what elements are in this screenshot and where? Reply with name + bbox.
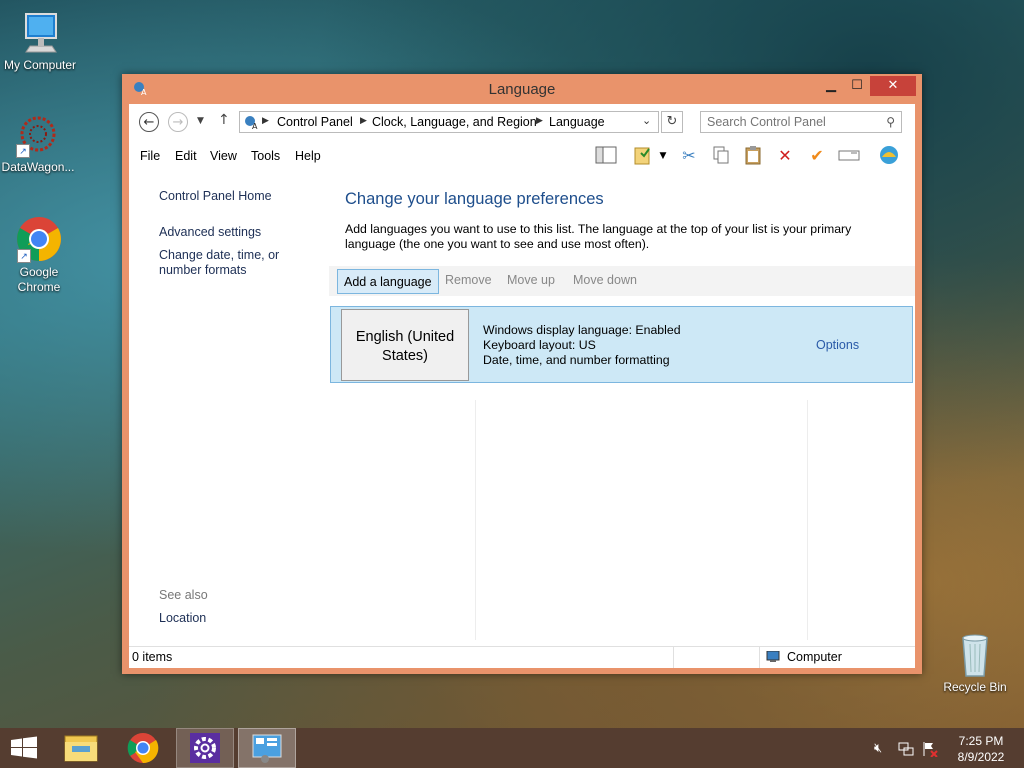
- shortcut-arrow-icon: ↗: [17, 249, 31, 263]
- clock-date: 8/9/2022: [957, 750, 1005, 764]
- clock-time: 7:25 PM: [958, 734, 1004, 748]
- network-icon[interactable]: [898, 741, 914, 761]
- status-divider: [673, 647, 674, 668]
- chevron-down-icon[interactable]: ▼: [656, 145, 670, 167]
- search-icon[interactable]: ⚲: [886, 115, 895, 129]
- my-computer-icon: [16, 8, 64, 56]
- see-also-heading: See also: [159, 588, 208, 602]
- language-actions-bar: Add a language Remove Move up Move down: [329, 266, 915, 296]
- search-box[interactable]: ⚲: [700, 111, 902, 133]
- language-window: A Language ▁ ☐ ✕ ← → ▼ ↑ A ▶ Control Pan…: [122, 74, 922, 674]
- shortcut-arrow-icon: ↗: [16, 144, 30, 158]
- breadcrumb-separator-icon: ▶: [360, 115, 367, 125]
- page-description: Add languages you want to use to this li…: [345, 222, 852, 251]
- add-language-button[interactable]: Add a language: [337, 269, 439, 294]
- menu-edit[interactable]: Edit: [175, 149, 197, 163]
- page-heading: Change your language preferences: [345, 190, 604, 208]
- datawagon-icon: ↗: [14, 110, 62, 158]
- language-detail-keyboard: Keyboard layout: US: [483, 338, 596, 352]
- advanced-settings-link[interactable]: Advanced settings: [159, 225, 261, 240]
- breadcrumb-clock-language-region[interactable]: Clock, Language, and Region: [372, 115, 537, 129]
- menu-bar: File Edit View Tools Help ▼ ✂ ✕ ✔: [129, 142, 915, 170]
- navigation-bar: ← → ▼ ↑ A ▶ Control Panel ▶ Clock, Langu…: [129, 104, 915, 142]
- desktop-icon-datawagon[interactable]: ↗ DataWagon...: [0, 110, 76, 175]
- up-button[interactable]: ↑: [218, 112, 230, 128]
- start-button[interactable]: [0, 728, 58, 768]
- menu-file[interactable]: File: [140, 149, 160, 163]
- status-divider: [759, 647, 760, 668]
- status-bar: 0 items Computer: [129, 646, 915, 668]
- breadcrumb-separator-icon: ▶: [262, 115, 269, 125]
- paste-icon[interactable]: [741, 145, 765, 167]
- address-dropdown-icon[interactable]: ⌄: [642, 114, 651, 127]
- desktop-icon-my-computer[interactable]: My Computer: [2, 8, 78, 73]
- language-list-item[interactable]: English (United States) Windows display …: [330, 306, 913, 383]
- address-bar[interactable]: A ▶ Control Panel ▶ Clock, Language, and…: [239, 111, 659, 133]
- menu-view[interactable]: View: [210, 149, 237, 163]
- internet-options-icon[interactable]: [877, 145, 901, 167]
- delete-icon[interactable]: ✕: [773, 145, 797, 167]
- clock[interactable]: 7:25 PM 8/9/2022: [946, 733, 1016, 765]
- folder-options-icon[interactable]: [631, 145, 655, 167]
- search-input[interactable]: [707, 115, 877, 129]
- recycle-bin-icon: [951, 630, 999, 678]
- desktop-icon-label: My Computer: [3, 58, 77, 72]
- desktop-icon-recycle-bin[interactable]: Recycle Bin: [937, 630, 1013, 695]
- desktop-icon-chrome[interactable]: ↗ Google Chrome: [1, 215, 77, 295]
- computer-icon: [766, 650, 782, 663]
- menu-help[interactable]: Help: [295, 149, 321, 163]
- desktop-icon-label: Recycle Bin: [943, 680, 1007, 694]
- breadcrumb-control-panel[interactable]: Control Panel: [277, 115, 353, 129]
- taskbar-file-explorer[interactable]: [52, 728, 110, 768]
- control-panel-home-link[interactable]: Control Panel Home: [159, 189, 272, 204]
- close-button[interactable]: ✕: [870, 76, 916, 96]
- minimize-button[interactable]: ▁: [818, 76, 844, 96]
- taskbar: 🔇︎ 7:25 PM 8/9/2022: [0, 728, 1024, 768]
- copy-icon[interactable]: [709, 145, 733, 167]
- breadcrumb-language[interactable]: Language: [549, 115, 605, 129]
- menu-tools[interactable]: Tools: [251, 149, 280, 163]
- change-date-time-formats-link[interactable]: Change date, time, or number formats: [159, 248, 324, 278]
- language-detail-display: Windows display language: Enabled: [483, 323, 681, 337]
- language-tile[interactable]: English (United States): [341, 309, 469, 381]
- desktop-icon-label: DataWagon...: [1, 160, 75, 174]
- volume-muted-icon[interactable]: 🔇︎: [874, 741, 882, 756]
- maximize-button[interactable]: ☐: [844, 76, 870, 96]
- rename-icon[interactable]: [837, 145, 861, 167]
- location-link[interactable]: Location: [159, 611, 206, 626]
- column-divider: [475, 400, 476, 640]
- taskbar-settings[interactable]: [176, 728, 234, 768]
- properties-check-icon[interactable]: ✔: [805, 145, 829, 167]
- move-down-button[interactable]: Move down: [573, 273, 637, 287]
- back-button[interactable]: ←: [139, 112, 159, 132]
- status-zone: Computer: [787, 650, 842, 664]
- chrome-icon: ↗: [15, 215, 63, 263]
- forward-button[interactable]: →: [168, 112, 188, 132]
- svg-text:A: A: [252, 122, 258, 130]
- main-content: Change your language preferences Add lan…: [329, 170, 915, 644]
- window-client: ← → ▼ ↑ A ▶ Control Panel ▶ Clock, Langu…: [129, 104, 915, 668]
- action-center-flag-icon[interactable]: [922, 741, 938, 761]
- column-divider: [807, 400, 808, 640]
- task-pane: Control Panel Home Advanced settings Cha…: [129, 170, 329, 644]
- title-bar[interactable]: A Language ▁ ☐ ✕: [122, 74, 922, 104]
- breadcrumb-separator-icon: ▶: [536, 115, 543, 125]
- remove-button[interactable]: Remove: [445, 273, 492, 287]
- cut-icon[interactable]: ✂: [677, 145, 701, 167]
- language-detail-formatting: Date, time, and number formatting: [483, 353, 670, 367]
- taskbar-control-panel[interactable]: [238, 728, 296, 768]
- control-panel-icon: A: [243, 114, 259, 133]
- window-title: Language: [488, 81, 556, 98]
- taskbar-chrome[interactable]: [114, 728, 172, 768]
- status-item-count: 0 items: [132, 650, 173, 664]
- layout-pane-icon[interactable]: [594, 145, 618, 167]
- desktop-icon-label: Google Chrome: [17, 265, 61, 294]
- move-up-button[interactable]: Move up: [507, 273, 555, 287]
- language-options-link[interactable]: Options: [816, 338, 859, 352]
- refresh-button[interactable]: ↻: [661, 111, 683, 133]
- recent-locations-button[interactable]: ▼: [197, 116, 204, 126]
